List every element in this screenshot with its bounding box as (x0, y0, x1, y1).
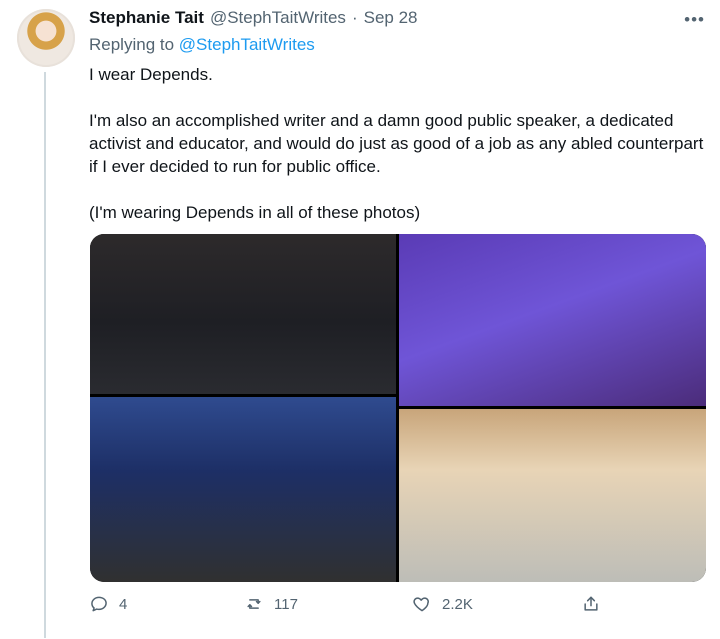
photo[interactable] (399, 409, 706, 582)
share-button[interactable] (581, 594, 601, 614)
author-handle[interactable]: @StephTaitWrites (210, 8, 346, 28)
tweet-text-line: I'm also an accomplished writer and a da… (89, 111, 704, 176)
tweet-header: Stephanie Tait @StephTaitWrites · Sep 28 (89, 8, 418, 30)
replying-handle-link[interactable]: @StephTaitWrites (179, 35, 315, 54)
tweet-actions: 4 117 2.2K (89, 594, 614, 618)
thread-line (44, 72, 46, 638)
tweet-text: I wear Depends. I'm also an accomplished… (89, 63, 704, 224)
like-button[interactable]: 2.2K (412, 594, 473, 614)
media-grid (90, 234, 706, 582)
reply-icon (89, 594, 109, 614)
photo[interactable] (90, 397, 396, 582)
more-options-icon[interactable]: ••• (684, 10, 705, 30)
tweet-date[interactable]: Sep 28 (364, 8, 418, 28)
tweet-text-line: (I'm wearing Depends in all of these pho… (89, 203, 421, 222)
tweet: Stephanie Tait @StephTaitWrites · Sep 28… (0, 0, 720, 639)
reply-count: 4 (119, 595, 128, 613)
replying-to: Replying to @StephTaitWrites (89, 35, 315, 55)
replying-prefix: Replying to (89, 35, 175, 54)
reply-button[interactable]: 4 (89, 594, 127, 614)
photo[interactable] (399, 234, 706, 406)
tweet-text-line: I wear Depends. (89, 65, 213, 84)
avatar[interactable] (17, 9, 75, 67)
like-count: 2.2K (442, 595, 473, 613)
heart-icon (412, 594, 432, 614)
share-icon (581, 594, 601, 614)
separator: · (351, 8, 358, 27)
retweet-button[interactable]: 117 (244, 594, 298, 614)
author-name[interactable]: Stephanie Tait (89, 8, 204, 28)
retweet-icon (244, 594, 264, 614)
photo[interactable] (90, 234, 396, 394)
retweet-count: 117 (274, 595, 298, 613)
